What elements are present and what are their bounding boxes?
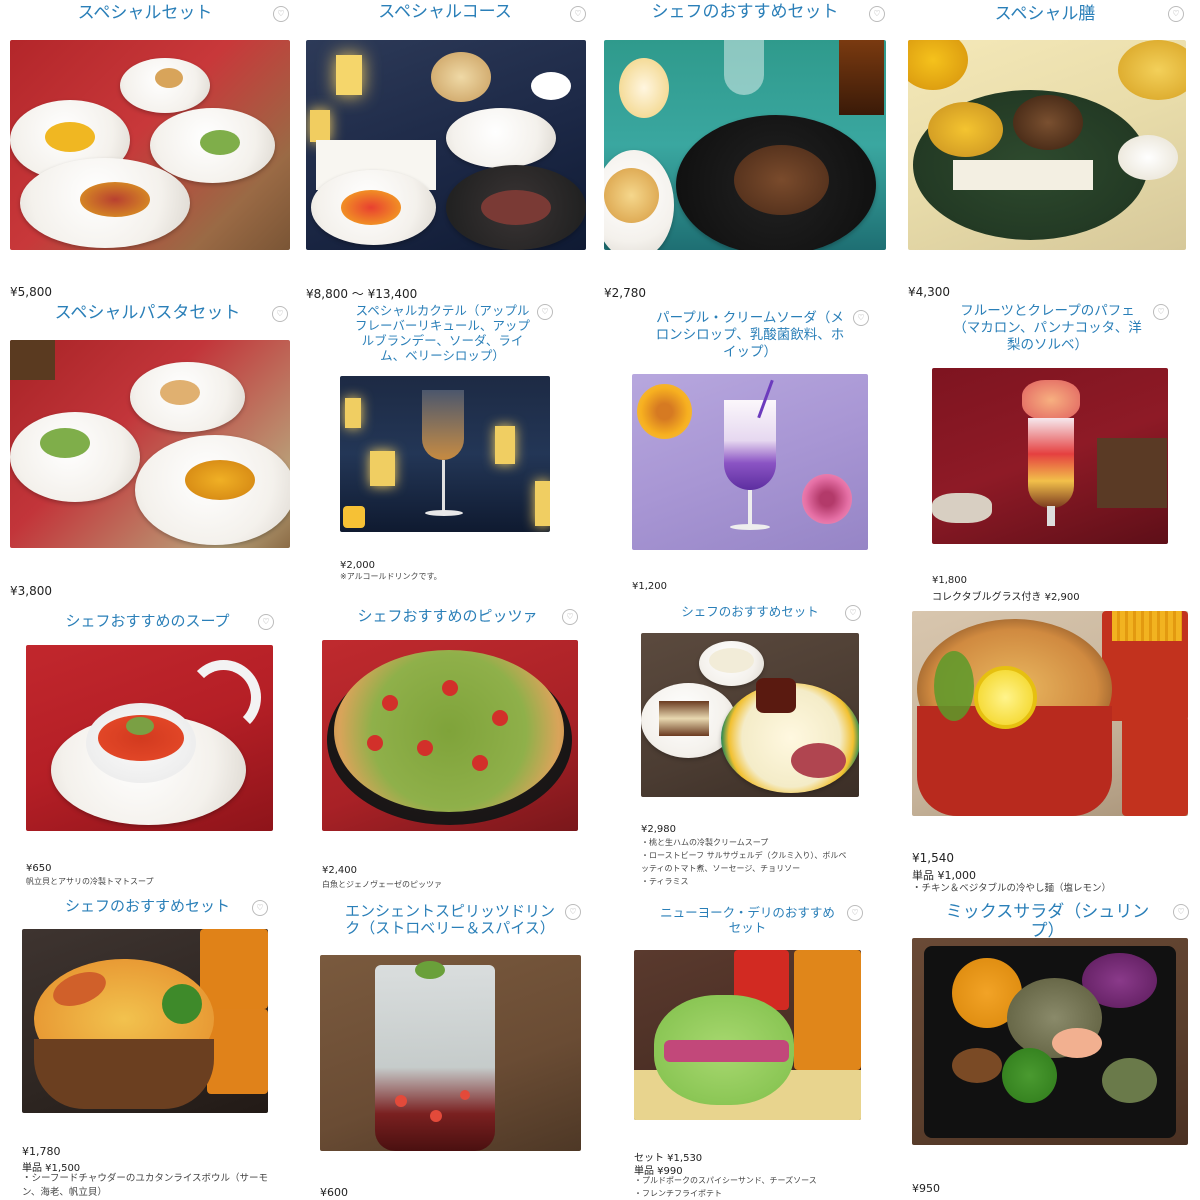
food-photo (26, 645, 273, 831)
item-price: ¥2,780 (604, 286, 646, 300)
item-price: ¥1,200 (632, 581, 667, 592)
food-photo (306, 40, 586, 250)
item-price: ¥600 (320, 1186, 348, 1199)
menu-grid: スペシャルセット ♡ ¥5,800 スペシャルコース ♡ ¥8,800 〜 ¥1… (0, 0, 1200, 1200)
heart-icon[interactable]: ♡ (258, 614, 274, 630)
item-note: 帆立貝とアサリの冷製トマトスープ (26, 877, 154, 886)
heart-icon[interactable]: ♡ (853, 310, 869, 326)
item-price: ¥4,300 (908, 285, 950, 299)
item-title: スペシャルカクテル（アップル フレーバーリキュール、アップ ルブランデー、ソーダ… (355, 303, 530, 363)
item-price: ¥950 (912, 1182, 940, 1195)
item-price: ¥8,800 〜 ¥13,400 (306, 287, 418, 301)
heart-icon[interactable]: ♡ (1168, 6, 1184, 22)
food-photo (604, 40, 886, 250)
item-note: ・プルドポークのスパイシーサンド、チーズソース ・フレンチフライポテト (634, 1176, 817, 1198)
item-price: ¥1,780 (22, 1145, 61, 1158)
heart-icon[interactable]: ♡ (273, 6, 289, 22)
item-note: ・桃と生ハムの冷製クリームスープ ・ローストビーフ サルサヴェルデ（クルミ入り）… (641, 838, 847, 886)
food-photo (634, 950, 861, 1120)
item-price: ¥5,800 (10, 285, 52, 299)
food-photo (22, 929, 268, 1113)
item-price: ¥2,980 (641, 824, 676, 835)
food-photo (10, 40, 290, 250)
item-title: シェフおすすめのスープ (65, 612, 230, 630)
item-price: ¥3,800 (10, 584, 52, 598)
item-title: スペシャル膳 (994, 4, 1096, 24)
heart-icon[interactable]: ♡ (847, 905, 863, 921)
item-title: スペシャルコース (378, 2, 512, 22)
item-title: フルーツとクレープのパフェ （マカロン、パンナコッタ、洋 梨のソルベ） (953, 303, 1142, 353)
item-price: ¥1,540 (912, 851, 954, 865)
food-photo (340, 376, 550, 532)
item-price-collectable: コレクタブルグラス付き ¥2,900 (932, 592, 1080, 603)
food-photo (912, 938, 1188, 1145)
item-price: ¥2,400 (322, 865, 357, 876)
heart-icon[interactable]: ♡ (1153, 304, 1169, 320)
food-photo (632, 374, 868, 550)
food-photo (320, 955, 581, 1151)
food-photo (641, 633, 859, 797)
item-title: シェフのおすすめセット (64, 897, 230, 915)
food-photo (908, 40, 1186, 250)
heart-icon[interactable]: ♡ (537, 304, 553, 320)
item-price: ¥1,800 (932, 575, 967, 586)
item-price: ¥650 (26, 863, 52, 874)
heart-icon[interactable]: ♡ (272, 306, 288, 322)
item-note: ・チキン＆ベジタブルの冷やし麺（塩レモン） (912, 883, 1112, 894)
heart-icon[interactable]: ♡ (869, 6, 885, 22)
heart-icon[interactable]: ♡ (562, 609, 578, 625)
food-photo (10, 340, 290, 548)
item-note: ※アルコールドリンクです。 (340, 572, 442, 581)
item-price-single: 単品 ¥1,000 (912, 869, 976, 882)
heart-icon[interactable]: ♡ (845, 605, 861, 621)
heart-icon[interactable]: ♡ (565, 904, 581, 920)
item-note: 白魚とジェノヴェーゼのピッツァ (322, 880, 442, 889)
item-title: パープル・クリームソーダ（メ ロンシロップ、乳酸菌飲料、ホ イップ） (655, 310, 845, 360)
item-title: ニューヨーク・デリのおすすめ セット (660, 905, 835, 935)
item-title: スペシャルパスタセット (54, 303, 241, 323)
heart-icon[interactable]: ♡ (1173, 904, 1189, 920)
food-photo (932, 368, 1168, 544)
heart-icon[interactable]: ♡ (252, 900, 268, 916)
food-photo (912, 611, 1188, 816)
item-title: ミックスサラダ（シュリンプ） (945, 902, 1150, 941)
item-title: シェフのおすすめセット (651, 2, 839, 22)
item-title: エンシェントスピリッツドリン ク（ストロベリー＆スパイス） (344, 902, 555, 937)
heart-icon[interactable]: ♡ (570, 6, 586, 22)
food-photo (322, 640, 578, 831)
item-title: シェフのおすすめセット (681, 604, 819, 619)
item-title: スペシャルセット (77, 3, 213, 23)
item-title: シェフおすすめのピッツァ (357, 607, 538, 625)
item-note: ・シーフードチャウダーのユカタンライスボウル（サーモ ン、海老、帆立貝） (22, 1173, 269, 1198)
